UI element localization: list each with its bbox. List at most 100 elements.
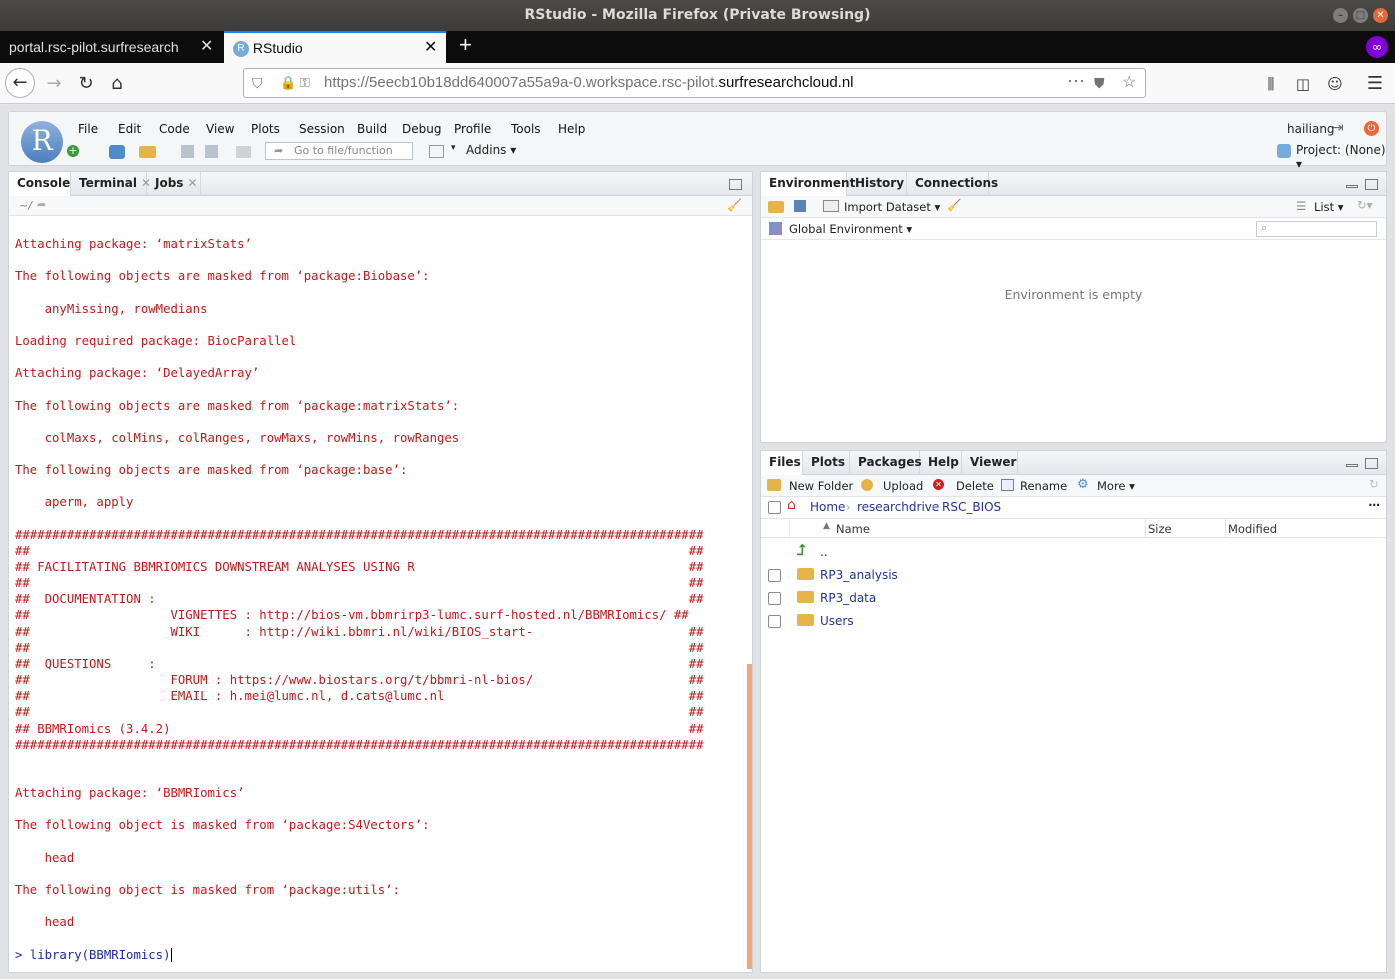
console-output[interactable]: Attaching package: ‘matrixStats’ The foll… [9,216,747,972]
delete-button[interactable]: Delete [956,479,994,493]
breadcrumb-home[interactable]: Home [810,500,845,514]
list-view-button[interactable]: List ▾ [1314,200,1344,214]
menu-code[interactable]: Code [159,122,190,136]
file-checkbox[interactable] [768,569,781,582]
menu-edit[interactable]: Edit [118,122,141,136]
column-name[interactable]: Name [836,522,870,536]
tab-viewer[interactable]: Viewer [962,451,1018,475]
path-arrow-icon[interactable]: ➦ [37,198,46,211]
key-icon[interactable]: ⚿ [300,69,310,97]
minimize-pane-icon[interactable] [1346,185,1358,188]
library-icon[interactable]: ⫼ [1257,70,1285,98]
refresh-icon[interactable]: ↻ [1369,477,1379,491]
menu-help[interactable]: Help [558,122,585,136]
menu-debug[interactable]: Debug [402,122,441,136]
menu-file[interactable]: File [78,122,98,136]
forward-button[interactable]: → [40,70,68,98]
file-checkbox[interactable] [768,615,781,628]
sidebar-icon[interactable]: ◫ [1289,70,1317,98]
save-all-icon[interactable] [205,145,218,158]
chevron-down-icon[interactable]: ▾ [451,143,456,153]
close-icon[interactable]: ✕ [187,176,197,190]
column-size[interactable]: Size [1148,522,1172,536]
upload-button[interactable]: Upload [883,479,923,493]
import-dataset-icon[interactable] [823,200,839,212]
clear-console-icon[interactable]: 🧹 [727,198,742,212]
open-file-icon[interactable] [139,146,156,158]
new-tab-button[interactable]: + [450,31,472,63]
file-row-parent[interactable]: ⮥ .. [761,541,1386,564]
tab-rstudio[interactable]: R RStudio ✕ [224,31,446,63]
minimize-pane-icon[interactable] [1346,464,1358,467]
new-folder-button[interactable]: New Folder [789,479,853,493]
bookmark-star-icon[interactable]: ☆ [1122,69,1136,97]
menu-tools[interactable]: Tools [511,122,541,136]
rename-button[interactable]: Rename [1020,479,1067,493]
maximize-pane-icon[interactable] [729,179,742,190]
power-icon[interactable]: ⏻ [1364,121,1379,136]
go-to-file-input[interactable]: ➦ Go to file/function [265,142,413,160]
menu-build[interactable]: Build [357,122,387,136]
menu-view[interactable]: View [206,122,234,136]
tab-terminal[interactable]: Terminal ✕ [71,172,151,196]
sign-out-icon[interactable]: ⇥ [1332,120,1344,136]
new-project-icon[interactable] [109,145,125,159]
breadcrumb-researchdrive[interactable]: researchdrive [857,500,939,514]
shield-icon[interactable]: ⛉ [252,69,263,97]
menu-plots[interactable]: Plots [251,122,280,136]
project-menu[interactable]: Project: (None) ▾ [1296,143,1386,171]
account-icon[interactable]: ☺ [1321,70,1349,98]
tab-connections[interactable]: Connections [907,172,998,196]
save-icon[interactable] [181,145,194,158]
close-tab-icon[interactable]: ✕ [424,33,437,63]
refresh-icon[interactable]: ↻▾ [1357,198,1372,212]
tab-packages[interactable]: Packages [850,451,922,475]
breadcrumb-rsc-bios[interactable]: RSC_BIOS [942,500,1001,514]
maximize-pane-icon[interactable] [1365,179,1378,190]
home-button[interactable]: ⌂ [103,70,131,98]
new-file-icon[interactable]: + [67,145,79,157]
close-tab-icon[interactable]: ✕ [200,31,213,63]
broom-icon[interactable]: 🧹 [947,198,961,212]
select-all-checkbox[interactable] [768,501,781,514]
file-name[interactable]: RP3_data [820,591,876,605]
file-name[interactable]: .. [820,545,828,559]
maximize-button[interactable]: □ [1353,8,1368,23]
tab-files[interactable]: Files [761,451,803,476]
home-icon[interactable]: ⌂ [787,497,796,513]
lock-icon[interactable]: 🔒 [280,69,296,97]
url-bar[interactable]: ⛉ 🔒 ⚿ https://5eecb10b18dd640007a55a9a-0… [243,68,1146,98]
minimize-button[interactable]: – [1333,8,1348,23]
tab-history[interactable]: History [847,172,907,196]
load-workspace-icon[interactable] [768,201,784,213]
env-search-input[interactable]: ⌕ [1256,221,1377,237]
file-checkbox[interactable] [768,592,781,605]
back-button[interactable]: ← [5,68,35,98]
file-name[interactable]: RP3_analysis [820,568,898,582]
menu-profile[interactable]: Profile [454,122,491,136]
menu-icon[interactable]: ☰ [1361,70,1389,98]
menu-session[interactable]: Session [299,122,345,136]
tab-jobs[interactable]: Jobs ✕ [147,172,201,196]
console-prompt[interactable]: > library(BBMRIomics) [15,947,173,963]
tab-help[interactable]: Help [920,451,962,475]
global-environment-select[interactable]: Global Environment ▾ [789,222,912,236]
file-name[interactable]: Users [820,614,854,628]
more-button[interactable]: More ▾ [1097,479,1135,493]
pocket-icon[interactable]: ⛊ [1094,69,1105,97]
print-icon[interactable] [236,146,251,158]
tab-environment[interactable]: Environment [761,172,855,197]
addins-menu[interactable]: Addins ▾ [466,143,516,157]
save-workspace-icon[interactable] [794,200,806,212]
tab-portal[interactable]: portal.rsc-pilot.surfresearch ✕ [0,31,222,63]
more-path-icon[interactable]: … [1369,495,1381,509]
column-modified[interactable]: Modified [1228,522,1277,536]
maximize-pane-icon[interactable] [1365,458,1378,469]
grid-layout-icon[interactable] [429,145,444,158]
reload-button[interactable]: ↻ [72,70,100,98]
page-actions-icon[interactable]: ⋯ [1067,67,1085,95]
tab-plots[interactable]: Plots [803,451,850,475]
close-window-button[interactable]: ✕ [1373,8,1388,23]
tab-console[interactable]: Console [9,172,71,197]
import-dataset-button[interactable]: Import Dataset ▾ [844,200,940,214]
